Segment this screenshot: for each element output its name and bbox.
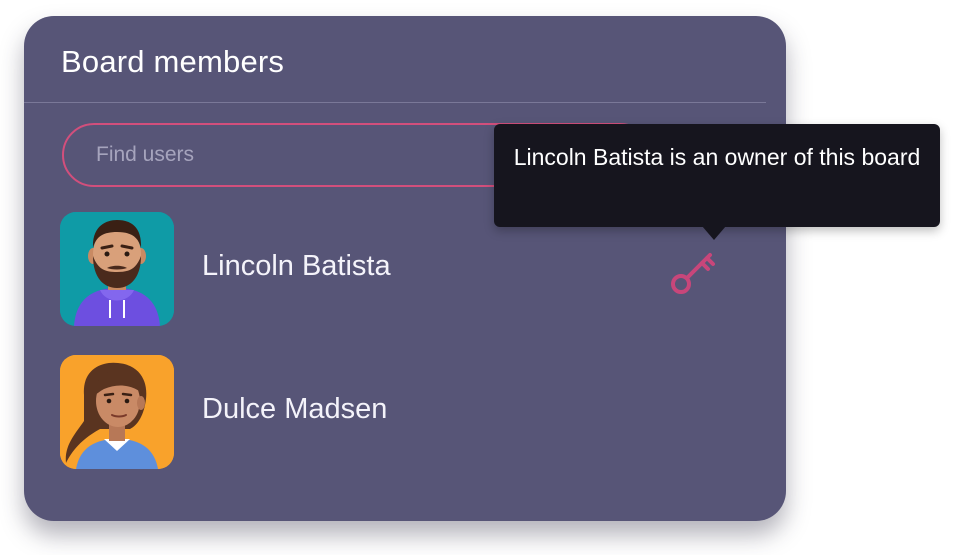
- avatar: [60, 355, 174, 469]
- avatar-illustration: [60, 212, 174, 326]
- panel-title: Board members: [61, 44, 285, 79]
- avatar: [60, 212, 174, 326]
- member-row-dulce[interactable]: Dulce Madsen: [60, 355, 760, 469]
- member-name: Dulce Madsen: [202, 393, 388, 425]
- avatar-illustration: [60, 355, 174, 469]
- owner-tooltip: Lincoln Batista is an owner of this boar…: [494, 124, 940, 227]
- member-row-lincoln[interactable]: Lincoln Batista: [60, 212, 760, 326]
- key-icon[interactable]: [668, 246, 720, 298]
- header-divider: [24, 102, 766, 103]
- tooltip-arrow: [702, 226, 726, 240]
- member-name: Lincoln Batista: [202, 250, 391, 282]
